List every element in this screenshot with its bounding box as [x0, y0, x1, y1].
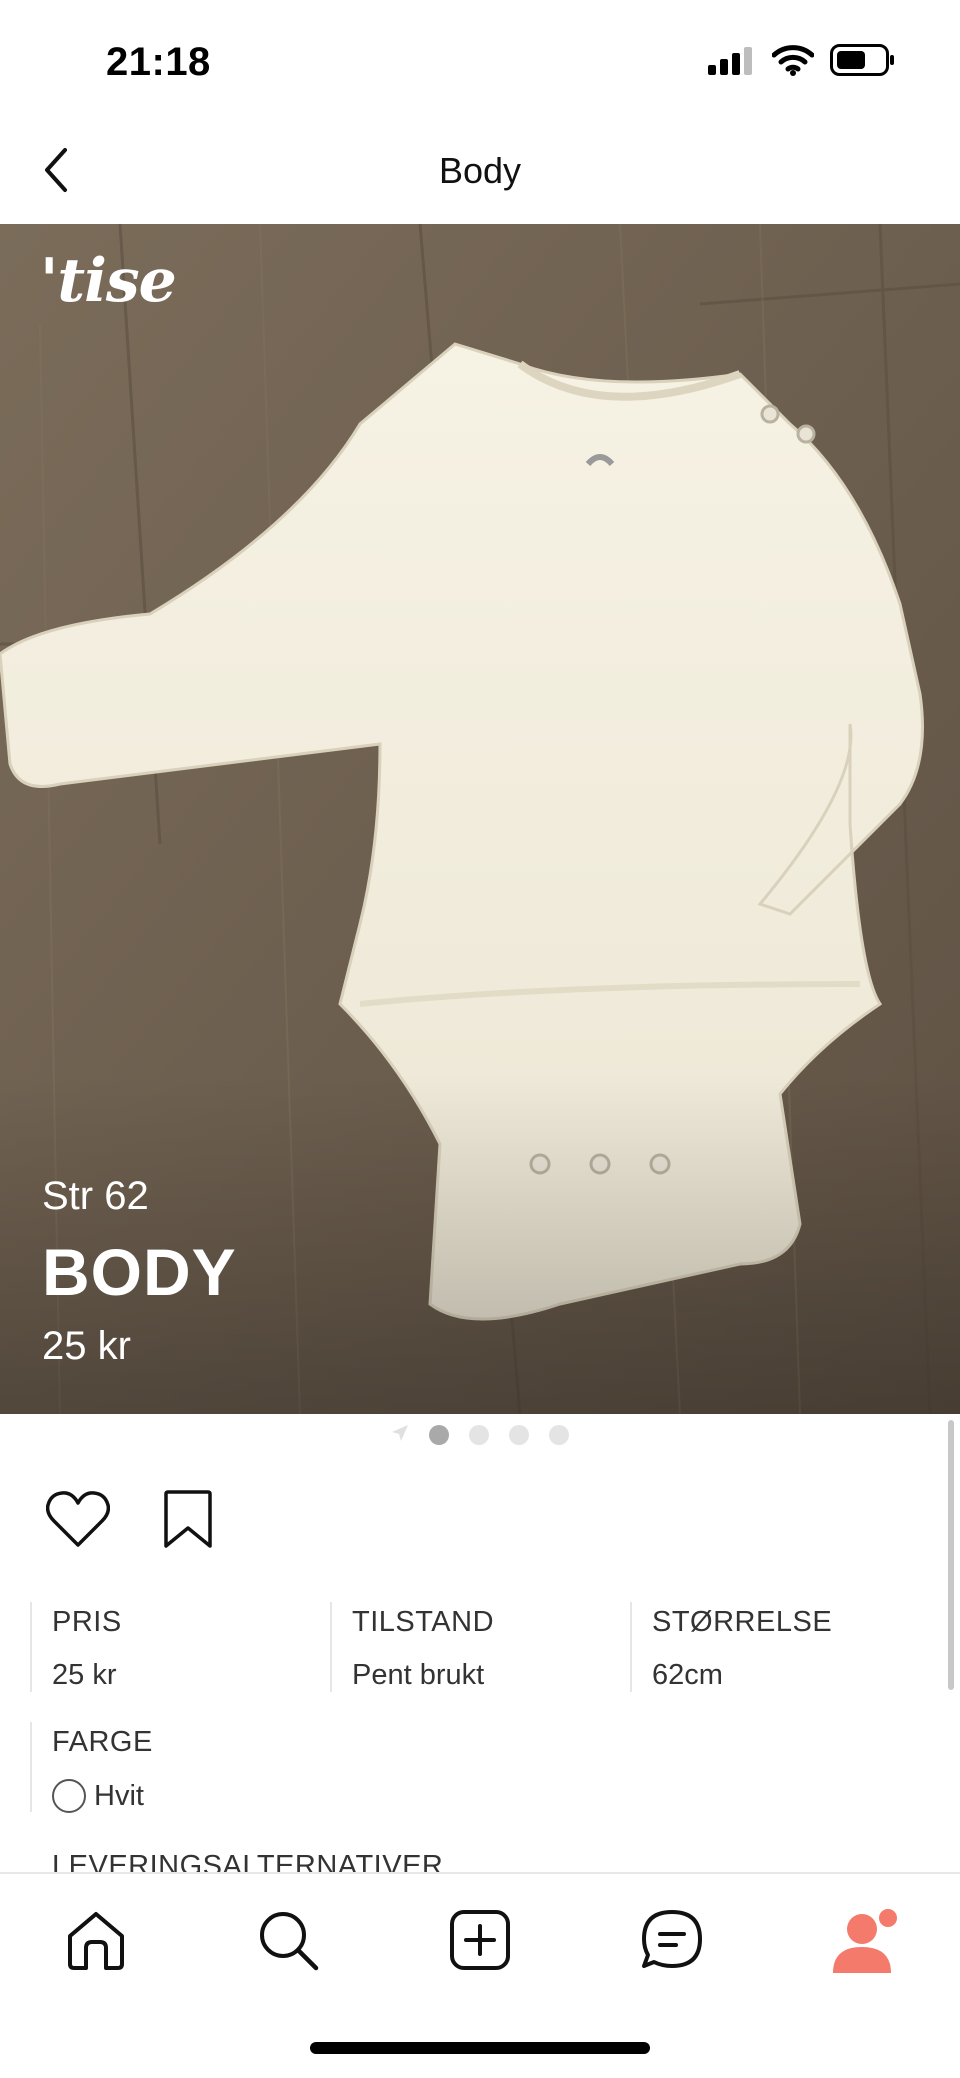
heart-icon	[45, 1490, 111, 1554]
detail-value: Pent brukt	[352, 1659, 485, 1691]
bookmark-button[interactable]	[156, 1489, 220, 1555]
chat-icon	[640, 1908, 704, 1977]
hero-size-text: Str 62	[42, 1174, 149, 1218]
home-icon	[64, 1908, 128, 1977]
details-row: PRIS 25 kr TILSTAND Pent brukt STØRRELSE…	[30, 1602, 930, 1692]
status-icons	[708, 44, 896, 81]
detail-value: 25 kr	[52, 1659, 117, 1691]
detail-value: 62cm	[652, 1659, 723, 1691]
pager-dot[interactable]	[429, 1425, 449, 1445]
tab-profile[interactable]	[824, 1902, 904, 1982]
pager-dot[interactable]	[509, 1425, 529, 1445]
hero-price: 25 kr	[42, 1324, 131, 1368]
color-value: Hvit	[52, 1779, 344, 1813]
signal-icon	[708, 45, 756, 80]
detail-label: STØRRELSE	[652, 1606, 833, 1638]
status-bar: 21:18	[0, 0, 960, 120]
brand-logo: 'tise	[40, 246, 177, 316]
detail-size: STØRRELSE 62cm	[630, 1602, 930, 1692]
scrollbar[interactable]	[948, 1420, 954, 1690]
product-image[interactable]: 'tise Str 62 BODY 25 kr	[0, 224, 960, 1414]
color-swatch	[52, 1779, 86, 1813]
like-button[interactable]	[45, 1490, 111, 1554]
tab-add[interactable]	[440, 1902, 520, 1982]
battery-icon	[830, 44, 896, 81]
search-icon	[256, 1908, 320, 1977]
detail-price: PRIS 25 kr	[30, 1602, 330, 1692]
wifi-icon	[771, 44, 815, 81]
tab-chat[interactable]	[632, 1902, 712, 1982]
status-time: 21:18	[106, 40, 211, 84]
notification-dot	[879, 1909, 897, 1927]
page-title: Body	[438, 150, 522, 191]
tab-home[interactable]	[56, 1902, 136, 1982]
location-arrow-icon	[391, 1424, 409, 1447]
detail-condition: TILSTAND Pent brukt	[330, 1602, 630, 1692]
detail-color: FARGE Hvit	[30, 1722, 344, 1813]
image-pager	[0, 1420, 960, 1450]
add-icon	[448, 1908, 512, 1977]
tab-search[interactable]	[248, 1902, 328, 1982]
hero-title: BODY	[42, 1235, 237, 1309]
color-name: Hvit	[94, 1779, 144, 1812]
pager-dot[interactable]	[469, 1425, 489, 1445]
pager-dot[interactable]	[549, 1425, 569, 1445]
detail-label: TILSTAND	[352, 1606, 495, 1638]
profile-icon	[829, 1907, 899, 1977]
action-row	[45, 1489, 220, 1555]
home-indicator	[310, 2042, 650, 2054]
detail-label: FARGE	[52, 1726, 153, 1758]
nav-bar: Body	[0, 120, 960, 224]
bookmark-icon	[162, 1489, 214, 1555]
detail-label: PRIS	[52, 1606, 122, 1638]
